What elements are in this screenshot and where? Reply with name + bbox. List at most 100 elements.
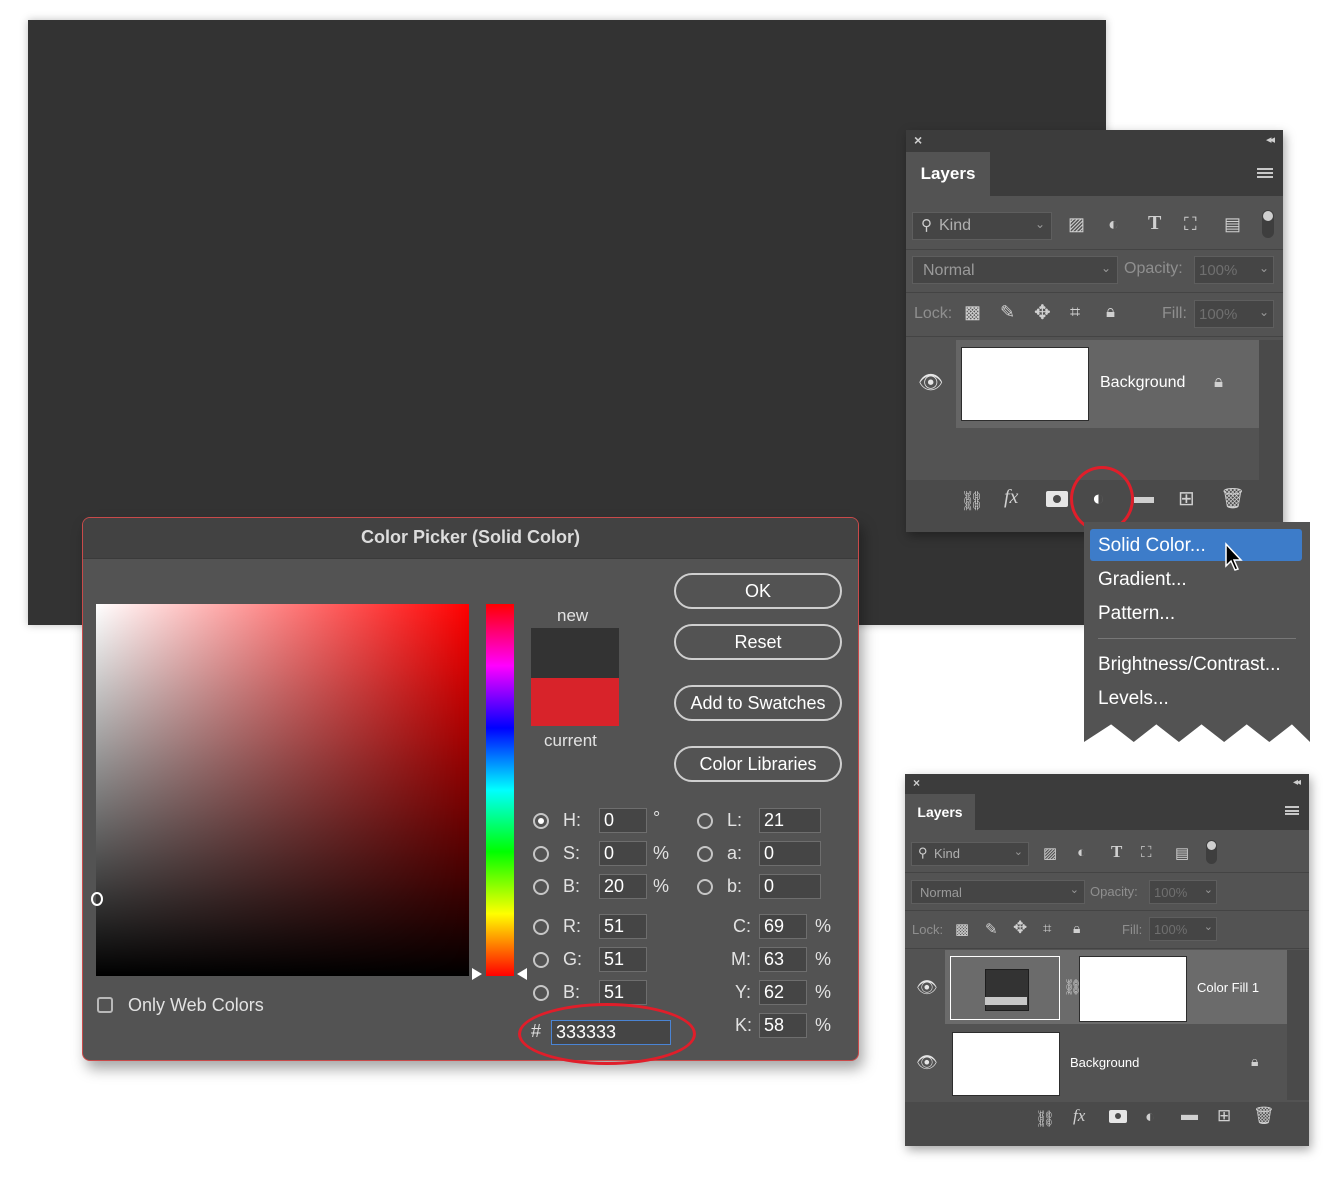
fx-icon[interactable]: fx [1004,486,1018,509]
current-color-swatch[interactable] [531,678,619,726]
radio-a[interactable] [697,846,713,862]
filter-kind-select[interactable]: ⚲ Kind ⌄ [911,842,1029,866]
lock-brush-icon[interactable]: ✎ [1000,302,1015,323]
color-field-marker[interactable] [91,892,103,906]
lock-move-icon[interactable]: ✥ [1034,300,1051,325]
ok-button[interactable]: OK [674,573,842,609]
close-icon[interactable]: × [913,776,920,790]
smart-object-filter-icon[interactable]: ▤ [1175,844,1189,862]
lock-transparent-icon[interactable]: ▩ [964,302,981,323]
adjustment-layer-icon[interactable]: ◐ [1145,1107,1155,1127]
radio-l[interactable] [697,813,713,829]
saturation-brightness-field[interactable] [96,604,469,976]
pixel-filter-icon[interactable]: ▨ [1043,844,1057,862]
blend-mode-select[interactable]: Normal ⌄ [911,880,1085,904]
new-layer-icon[interactable]: ⊞ [1217,1106,1231,1126]
only-web-colors-checkbox[interactable] [97,997,113,1013]
collapse-icon[interactable]: ◂◂ [1266,133,1275,146]
visibility-eye-icon[interactable]: 👁︎ [916,1053,938,1073]
l-input[interactable]: 21 [759,808,821,833]
filter-kind-select[interactable]: ⚲ Kind ⌄ [912,212,1052,240]
tab-layers[interactable]: Layers [906,152,990,196]
close-icon[interactable]: × [914,132,922,148]
s-input[interactable]: 0 [599,841,647,866]
trash-icon[interactable]: 🗑︎ [1253,1106,1275,1126]
menu-item-solid-color[interactable]: Solid Color... [1098,535,1206,557]
panel-menu-icon[interactable] [1285,806,1299,815]
opacity-input[interactable]: 100% ⌄ [1149,880,1217,904]
shape-filter-icon[interactable]: ⛶ [1184,214,1197,235]
r-input[interactable]: 51 [599,914,647,939]
tab-layers[interactable]: Layers [905,794,975,830]
filter-toggle-icon[interactable] [1262,210,1274,238]
visibility-eye-icon[interactable]: 👁︎ [918,370,943,395]
smart-object-filter-icon[interactable]: ▤ [1224,214,1241,235]
fill-input[interactable]: 100% ⌄ [1149,917,1217,941]
rgb-b-input[interactable]: 51 [599,980,647,1005]
menu-item-pattern[interactable]: Pattern... [1098,603,1175,625]
reset-button[interactable]: Reset [674,624,842,660]
color-libraries-button[interactable]: Color Libraries [674,746,842,782]
hue-slider-left-arrow[interactable] [472,968,482,980]
lock-brush-icon[interactable]: ✎ [985,920,998,938]
radio-s[interactable] [533,846,549,862]
type-filter-icon[interactable]: T [1111,842,1122,862]
folder-icon[interactable]: ▬ [1134,486,1154,509]
lock-all-icon[interactable]: 🔒︎ [1106,302,1115,322]
a-input[interactable]: 0 [759,841,821,866]
opacity-input[interactable]: 100% ⌄ [1194,256,1274,284]
blend-mode-value: Normal [923,262,975,279]
radio-g[interactable] [533,952,549,968]
lab-b-input[interactable]: 0 [759,874,821,899]
lock-move-icon[interactable]: ✥ [1013,918,1027,938]
visibility-eye-icon[interactable]: 👁︎ [916,978,938,998]
lock-label: Lock: [912,922,944,937]
menu-item-levels[interactable]: Levels... [1098,688,1169,710]
shape-filter-icon[interactable]: ⛶ [1141,844,1152,861]
adjustment-filter-icon[interactable]: ◐ [1077,844,1086,861]
menu-item-gradient[interactable]: Gradient... [1098,569,1187,591]
blend-mode-select[interactable]: Normal ⌄ [912,256,1118,284]
filter-toggle-icon[interactable] [1206,840,1217,864]
only-web-colors-label: Only Web Colors [128,995,264,1015]
layer-name-background: Background [1070,1055,1140,1070]
search-icon: ⚲ [918,845,928,860]
b-input[interactable]: 20 [599,874,647,899]
panel-menu-icon[interactable] [1257,168,1273,178]
lock-all-icon[interactable]: 🔒︎ [1073,920,1080,937]
color-picker-dialog: Color Picker (Solid Color) new current O… [82,517,859,1061]
folder-icon[interactable]: ▬ [1181,1105,1198,1125]
g-input[interactable]: 51 [599,947,647,972]
radio-lab-b[interactable] [697,879,713,895]
hue-slider-right-arrow[interactable] [517,968,527,980]
radio-b[interactable] [533,879,549,895]
lock-artboard-icon[interactable]: ⌗ [1070,302,1080,323]
lock-transparent-icon[interactable]: ▩ [955,920,969,938]
link-layers-icon[interactable]: ⛓︎ [960,489,984,513]
radio-h[interactable] [533,813,549,829]
scrollbar[interactable] [1287,950,1309,1100]
trash-icon[interactable]: 🗑︎ [1220,486,1245,511]
y-input[interactable]: 62 [759,980,807,1005]
lock-artboard-icon[interactable]: ⌗ [1043,920,1051,937]
type-filter-icon[interactable]: T [1148,212,1161,235]
mask-icon[interactable] [1046,491,1068,507]
menu-item-brightness-contrast[interactable]: Brightness/Contrast... [1098,654,1281,676]
k-input[interactable]: 58 [759,1013,807,1038]
add-to-swatches-button[interactable]: Add to Swatches [674,685,842,721]
radio-rgb-b[interactable] [533,985,549,1001]
adjustment-filter-icon[interactable]: ◐ [1108,214,1119,235]
link-layers-icon[interactable]: ⛓︎ [1035,1109,1055,1129]
radio-r[interactable] [533,919,549,935]
pixel-filter-icon[interactable]: ▨ [1068,214,1085,235]
mask-icon[interactable] [1109,1110,1127,1123]
hue-slider[interactable] [486,604,514,976]
scrollbar[interactable] [1259,340,1283,480]
m-input[interactable]: 63 [759,947,807,972]
fill-input[interactable]: 100% ⌄ [1194,300,1274,328]
h-input[interactable]: 0 [599,808,647,833]
new-layer-icon[interactable]: ⊞ [1178,486,1195,511]
c-input[interactable]: 69 [759,914,807,939]
collapse-icon[interactable]: ◂◂ [1293,777,1301,788]
fx-icon[interactable]: fx [1073,1106,1085,1126]
